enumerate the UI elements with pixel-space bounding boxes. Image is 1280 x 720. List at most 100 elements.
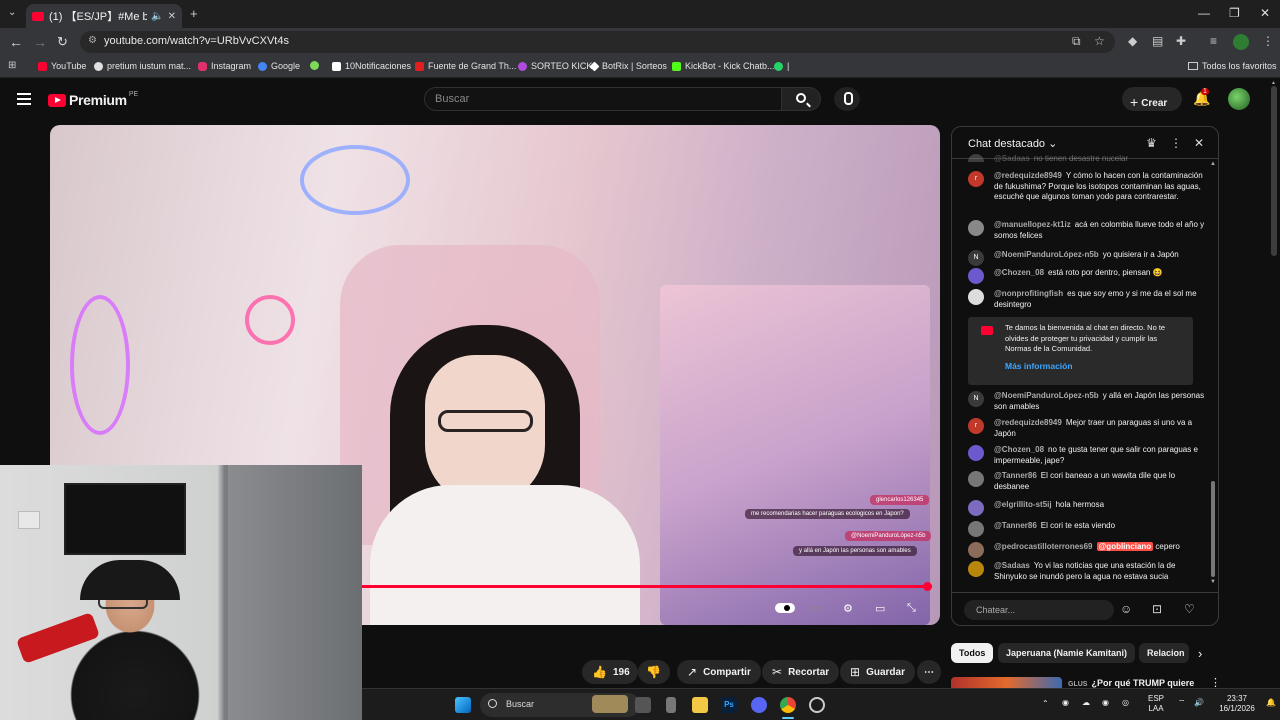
app-icon-2[interactable] <box>809 697 825 713</box>
tray-icon[interactable]: ◉ <box>1102 698 1109 707</box>
extensions-puzzle-icon[interactable]: ✚ <box>1176 34 1186 48</box>
bookmark-unnamed[interactable] <box>310 61 323 70</box>
window-close-icon[interactable]: ✕ <box>1260 6 1270 20</box>
chat-username[interactable]: @elgrillito-st5ij <box>994 500 1052 509</box>
language-indicator[interactable]: ESP LAA <box>1148 694 1164 714</box>
chat-username[interactable]: @Chozen_08 <box>994 445 1044 454</box>
fullscreen-icon[interactable]: ⤡ <box>907 602 916 615</box>
chat-avatar[interactable] <box>968 521 984 537</box>
chat-avatar[interactable] <box>968 445 984 461</box>
browser-tab-youtube[interactable]: (1) 【ES/JP】#Me bañe - You 🔈 ✕ <box>26 4 182 28</box>
chat-avatar[interactable] <box>968 542 984 558</box>
bookmark-star-icon[interactable]: ☆ <box>1094 34 1105 48</box>
forward-icon[interactable]: → <box>33 34 47 50</box>
heart-icon[interactable]: ♡ <box>1184 602 1195 616</box>
chat-username[interactable]: @Sadaas <box>994 561 1030 570</box>
theater-mode-icon[interactable]: ▭ <box>875 602 885 615</box>
all-bookmarks[interactable]: Todos los favoritos <box>1188 61 1277 71</box>
video-progress-bar[interactable] <box>360 582 933 591</box>
site-info-icon[interactable]: ⚙ <box>88 35 97 46</box>
chat-message[interactable]: @Chozen_08 no te gusta tener que salir co… <box>968 445 1208 466</box>
clock[interactable]: 23:37 16/1/2026 <box>1212 694 1262 714</box>
new-tab-icon[interactable]: + <box>190 6 198 21</box>
emoji-icon[interactable]: ☺ <box>1120 602 1132 616</box>
chat-username[interactable]: @NoemiPanduroLópez-n5b <box>994 250 1099 259</box>
page-scrollbar[interactable] <box>1271 86 1277 256</box>
chat-username[interactable]: @Tanner86 <box>994 471 1037 480</box>
minimize-icon[interactable]: — <box>1198 6 1210 20</box>
apps-grid-icon[interactable]: ⊞ <box>8 60 16 71</box>
bookmark-10notificaciones[interactable]: 10Notificaciones <box>332 61 411 71</box>
chat-input[interactable]: Chatear... <box>964 600 1114 620</box>
restore-icon[interactable]: ❐ <box>1229 6 1240 20</box>
chat-username[interactable]: @Chozen_08 <box>994 268 1044 277</box>
chat-avatar[interactable]: N <box>968 250 984 266</box>
chat-message[interactable]: @elgrillito-st5ij hola hermosa <box>968 500 1208 516</box>
taskbar-search[interactable]: Buscar <box>480 693 640 717</box>
chat-username[interactable]: @redequizde8949 <box>994 171 1062 180</box>
chrome-icon[interactable] <box>780 697 796 713</box>
windows-start-icon[interactable] <box>455 697 471 713</box>
chat-username[interactable]: @manuellopez-kt1iz <box>994 220 1071 229</box>
search-input[interactable]: Buscar <box>424 87 782 111</box>
chat-message[interactable]: r @redequizde8949 Y cómo lo hacen con la c… <box>968 171 1208 203</box>
subtitles-icon[interactable]: ▭ <box>811 602 821 615</box>
page-scroll-up-icon[interactable]: ▲ <box>1271 80 1276 86</box>
save-button[interactable]: ⊞ Guardar <box>840 660 915 684</box>
chat-mode-dropdown[interactable]: Chat destacado ⌄ <box>968 137 1057 150</box>
chips-next-icon[interactable]: › <box>1198 646 1202 661</box>
clip-button[interactable]: ✂ Recortar <box>762 660 840 684</box>
related-title[interactable]: GLUS ¿Por qué TRUMP quiere <box>1068 678 1194 688</box>
chat-avatar[interactable] <box>968 154 984 162</box>
tab-close-icon[interactable]: ✕ <box>168 11 176 22</box>
chat-avatar[interactable] <box>968 500 984 516</box>
volume-icon[interactable]: 🔊 <box>1194 698 1204 707</box>
notifications-button[interactable]: 🔔 1 <box>1193 88 1210 107</box>
discord-icon[interactable] <box>751 697 767 713</box>
profile-avatar[interactable] <box>1233 34 1249 50</box>
chat-message[interactable]: @Sadaas no tienen desastre nucelar <box>968 154 1208 162</box>
dislike-button[interactable]: 👎 <box>638 660 670 684</box>
chat-message[interactable]: @Chozen_08 está roto por dentro, piensan … <box>968 268 1208 284</box>
share-button[interactable]: ↗ Compartir <box>677 660 761 684</box>
bookmark-kickbot[interactable]: KickBot - Kick Chatb... <box>672 61 775 71</box>
notification-center-icon[interactable]: 🔔 <box>1266 698 1276 707</box>
chat-avatar[interactable] <box>968 268 984 284</box>
chat-crown-icon[interactable]: ♛ <box>1146 136 1157 150</box>
tray-icon[interactable]: ☁ <box>1082 698 1090 707</box>
like-button[interactable]: 👍 196 <box>582 660 638 684</box>
tray-overflow-icon[interactable]: ⌃ <box>1042 699 1049 708</box>
chip-japeruana[interactable]: Japeruana (Namie Kamitani) <box>998 643 1136 663</box>
cast-icon[interactable]: ⧉ <box>1072 34 1081 49</box>
chat-message[interactable]: @pedrocastilloterrones69 @goblinciano cep… <box>968 542 1208 558</box>
chat-avatar[interactable] <box>968 289 984 305</box>
chat-avatar[interactable]: r <box>968 418 984 434</box>
chat-message[interactable]: @nonprofitingfish es que soy emo y si me … <box>968 289 1208 310</box>
reading-list-icon[interactable]: ≡ <box>1210 34 1217 48</box>
task-view-icon[interactable] <box>635 697 651 713</box>
menu-icon[interactable] <box>17 93 31 105</box>
file-explorer-icon[interactable] <box>692 697 708 713</box>
chat-message[interactable]: N @NoemiPanduroLópez-n5b yo quisiera ir a … <box>968 250 1208 266</box>
bookmark-pretium[interactable]: pretium iustum mat... <box>94 61 191 71</box>
youtube-logo[interactable]: Premium PE <box>48 91 138 108</box>
address-bar[interactable]: ⚙ youtube.com/watch?v=URbVvCXVt4s <box>80 31 1115 53</box>
tray-icon[interactable]: ◎ <box>1122 698 1129 707</box>
back-icon[interactable]: ← <box>9 34 23 50</box>
chip-todos[interactable]: Todos <box>951 643 994 663</box>
reload-icon[interactable]: ↻ <box>57 34 68 50</box>
chat-message[interactable]: @Tanner86 El cori te esta viendo <box>968 521 1208 537</box>
chat-scrollbar[interactable] <box>1211 481 1215 577</box>
autoplay-toggle[interactable] <box>775 603 795 613</box>
chat-username[interactable]: @pedrocastilloterrones69 <box>994 542 1093 551</box>
speaker-icon[interactable]: 🔈 <box>151 11 163 22</box>
tray-icon[interactable]: ◉ <box>1062 698 1069 707</box>
chat-avatar[interactable]: N <box>968 391 984 407</box>
bookmark-instagram[interactable]: Instagram <box>198 61 251 71</box>
create-button[interactable]: + Crear <box>1122 87 1182 111</box>
more-info-link[interactable]: Más información <box>1005 361 1185 372</box>
chat-scroll-down-icon[interactable]: ▼ <box>1210 579 1216 585</box>
wifi-icon[interactable]: ⌔ <box>1178 698 1186 708</box>
chat-message[interactable]: @Sadaas Yo vi las noticias que una estaci… <box>968 561 1208 582</box>
chat-avatar[interactable] <box>968 561 984 577</box>
